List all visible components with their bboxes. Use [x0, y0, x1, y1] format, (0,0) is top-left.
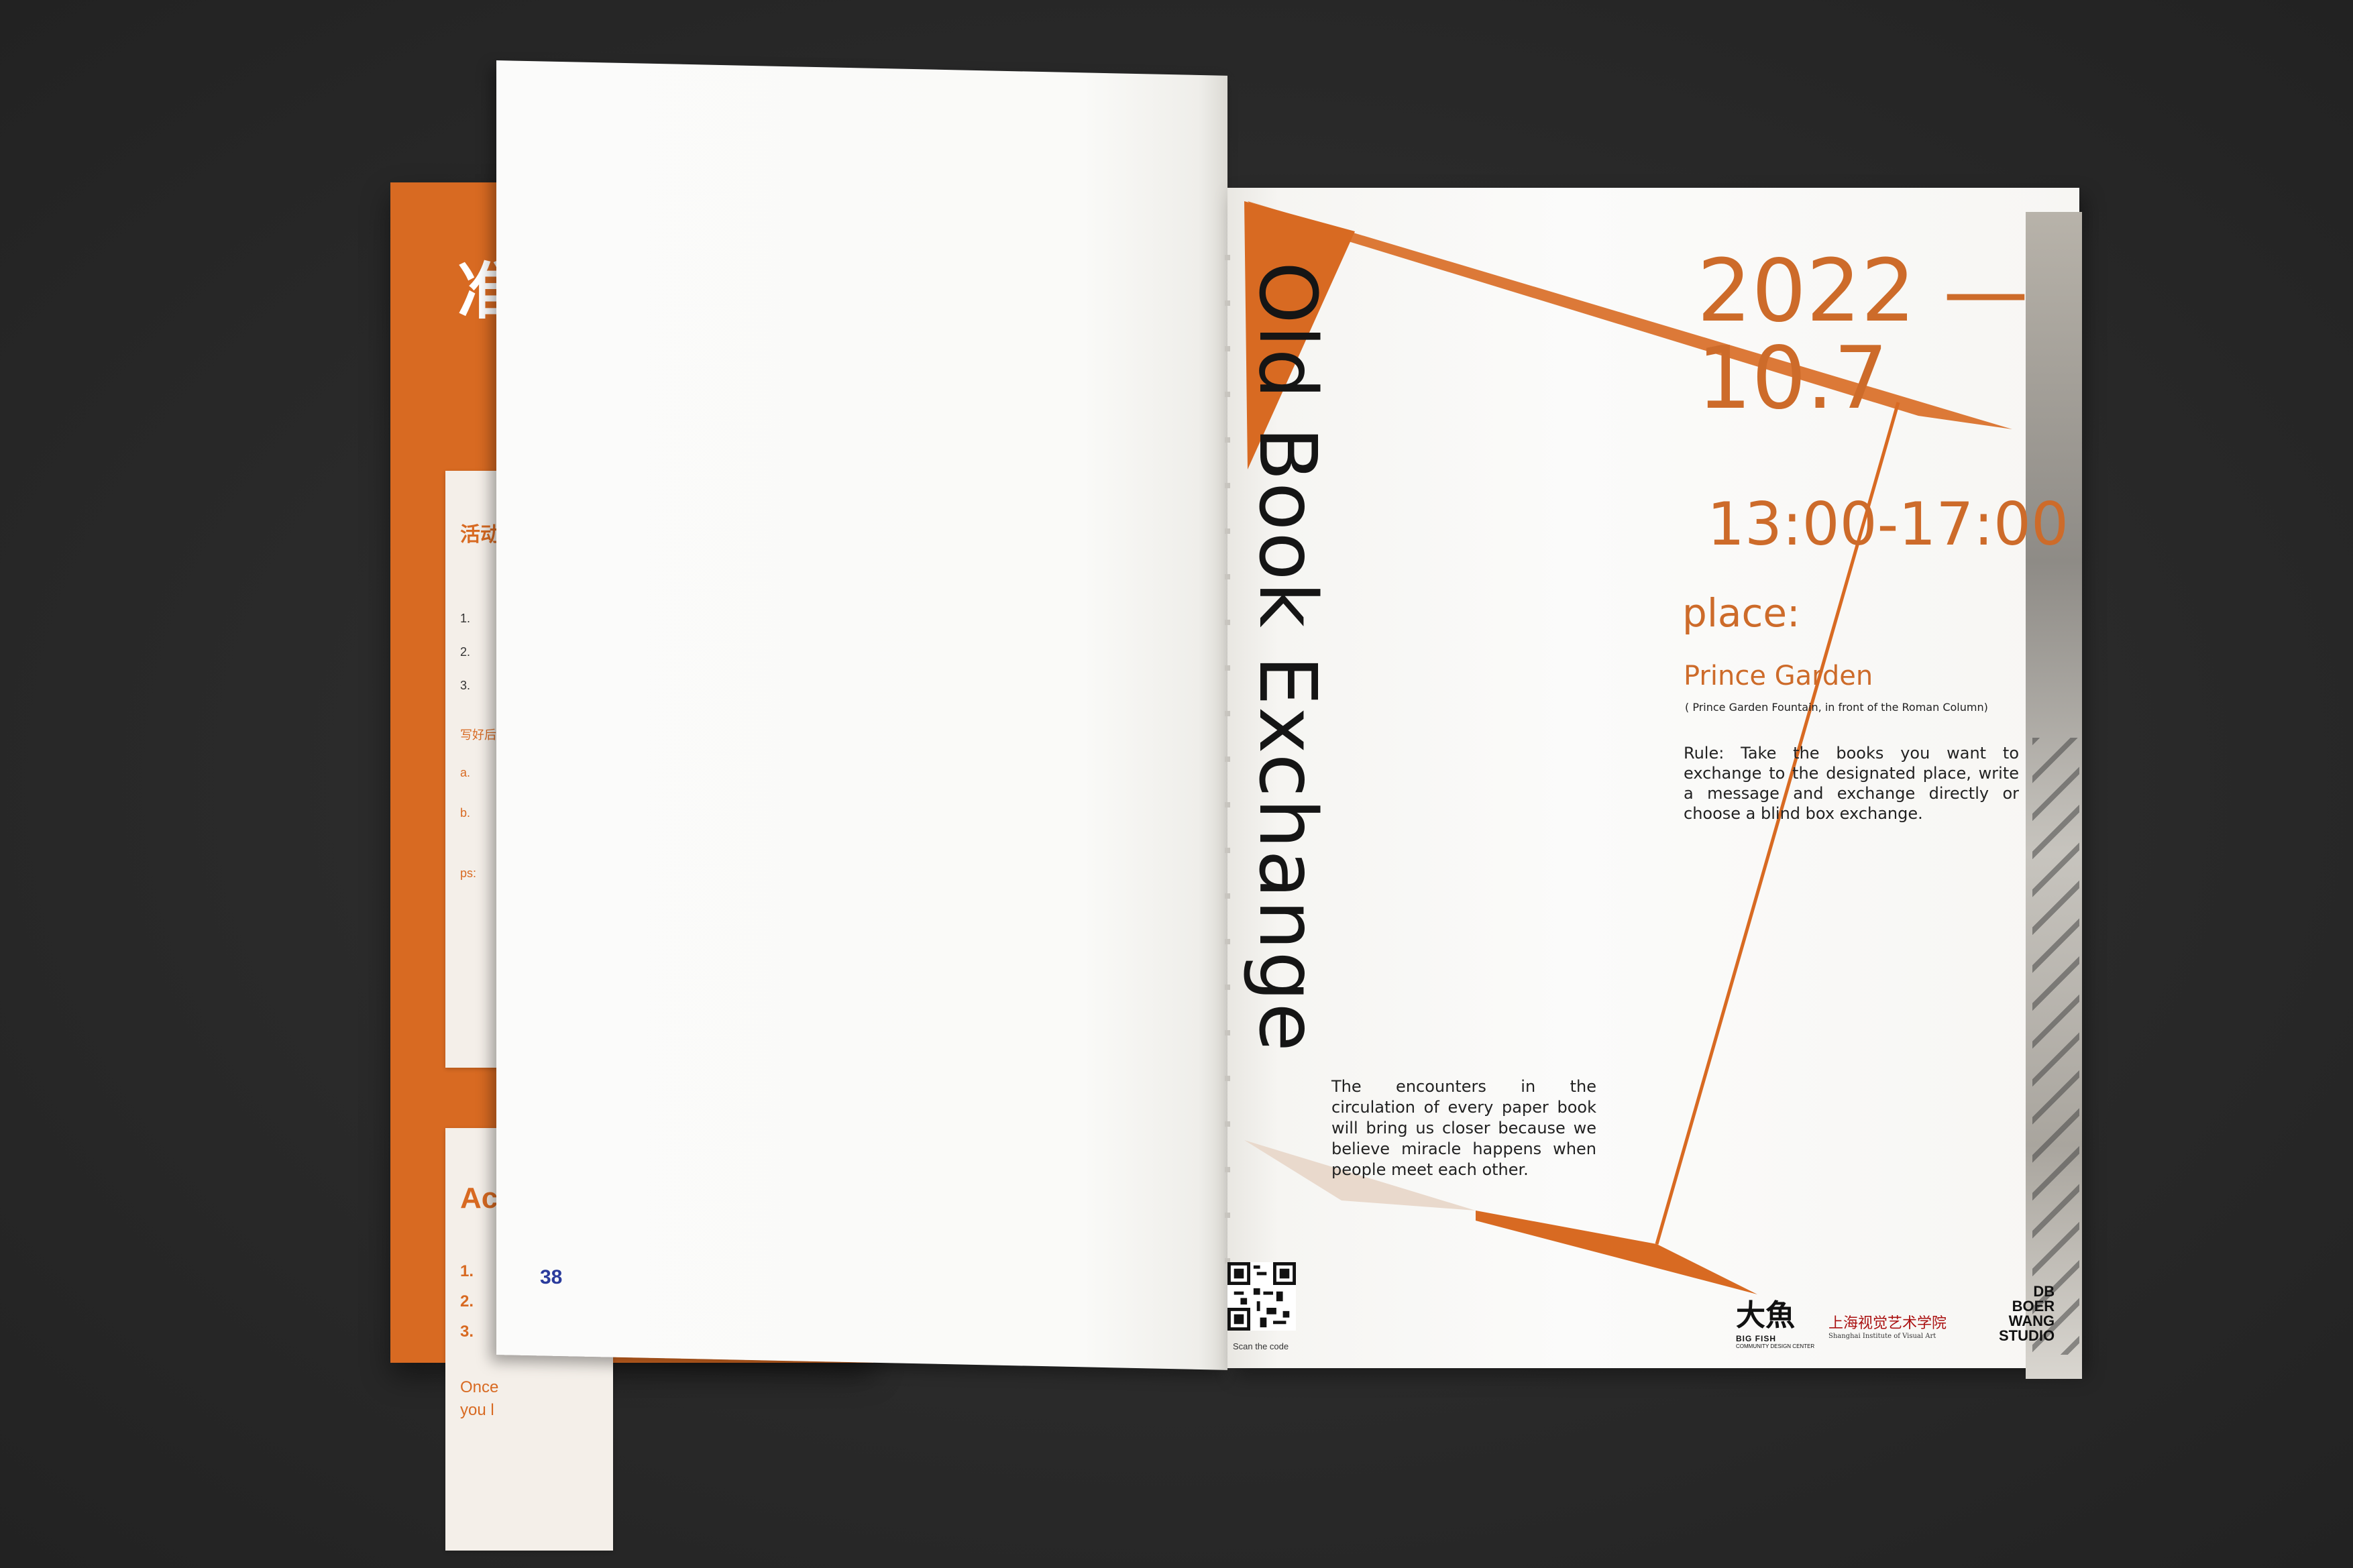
- bigfish-logo-sub: COMMUNITY DESIGN CENTER: [1736, 1343, 1815, 1349]
- shanghai-institute-logo: 上海视觉艺术学院 Shanghai Institute of Visual Ar…: [1828, 1311, 1947, 1340]
- db-logo-line: DB: [2033, 1283, 2055, 1300]
- scan-label: Scan the code: [1233, 1341, 1289, 1351]
- place-name: Prince Garden: [1684, 661, 1873, 691]
- rule-text: Rule: Take the books you want to exchang…: [1684, 744, 2019, 823]
- bigfish-logo-mark: 大魚: [1736, 1298, 1795, 1333]
- shanghai-logo-en: Shanghai Institute of Visual Art: [1828, 1333, 1936, 1340]
- bigfish-logo-name: BIG FISH: [1736, 1334, 1777, 1343]
- event-date: 2022 — 10.7: [1697, 248, 2028, 423]
- db-logo-line: STUDIO: [1999, 1327, 2055, 1344]
- qr-code: [1227, 1262, 1296, 1331]
- event-time: 13:00-17:00: [1707, 490, 2069, 559]
- db-logo-line: BOER: [2012, 1298, 2055, 1314]
- place-label: place:: [1682, 590, 1800, 636]
- event-date-day: 10.7: [1697, 329, 1888, 429]
- blurb-text: The encounters in the circulation of eve…: [1331, 1077, 1596, 1179]
- event-title: Old Book Exchange: [1242, 262, 1334, 1053]
- place-detail: ( Prince Garden Fountain, in front of th…: [1685, 701, 1988, 714]
- orange-bottom-band: [1476, 1211, 1757, 1294]
- db-studio-logo: DB BOER WANG STUDIO: [1999, 1284, 2055, 1343]
- bigfish-logo: 大魚 BIG FISH COMMUNITY DESIGN CENTER: [1736, 1291, 1814, 1349]
- event-date-year: 2022 —: [1697, 241, 2029, 341]
- db-logo-line: WANG: [2008, 1312, 2055, 1329]
- shanghai-logo-zh: 上海视觉艺术学院: [1828, 1315, 1947, 1332]
